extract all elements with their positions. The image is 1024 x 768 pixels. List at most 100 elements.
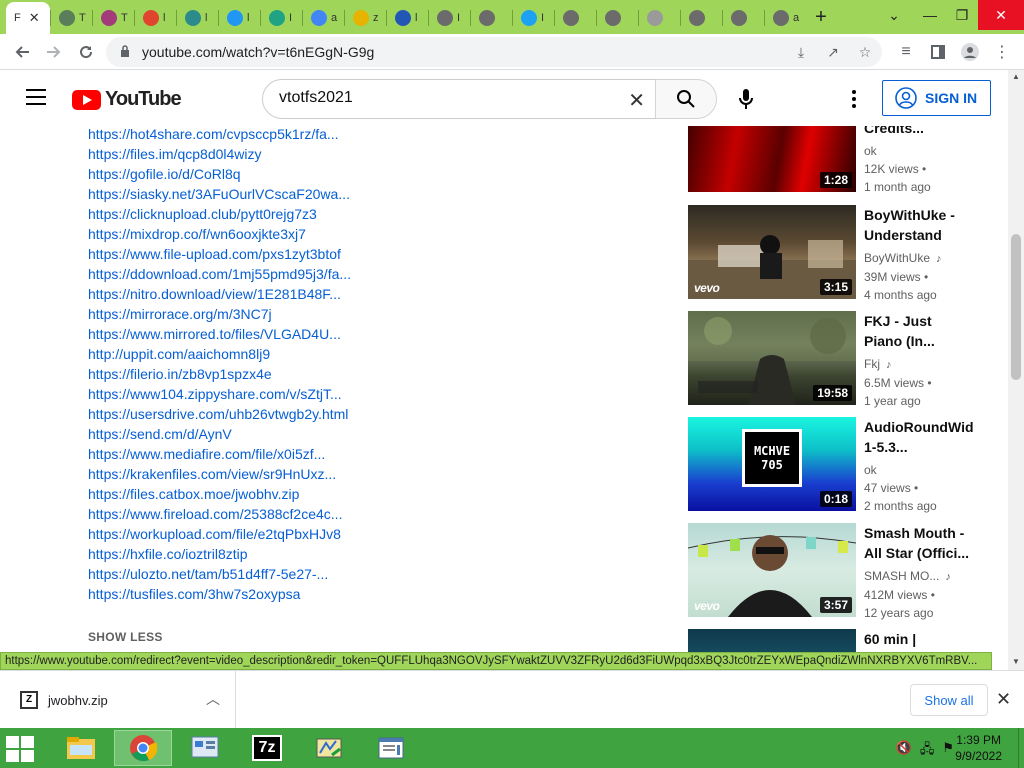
address-bar[interactable]: youtube.com/watch?v=t6nEGgN-G9g ⤓ ↗ ☆: [106, 37, 882, 67]
show-desktop-button[interactable]: [1018, 728, 1024, 768]
voice-search-button[interactable]: [732, 85, 760, 113]
tab[interactable]: l: [177, 4, 219, 32]
related-video[interactable]: 19:58 FKJ - Just Piano (In... Fkj ♪ 6.5M …: [688, 311, 988, 408]
taskbar-notepad[interactable]: [362, 730, 420, 766]
tab[interactable]: [681, 4, 723, 32]
video-title[interactable]: 60 min |: [864, 629, 982, 649]
search-box[interactable]: vtotfs2021 ✕: [262, 79, 656, 119]
page-scrollbar[interactable]: ▲ ▼: [1008, 70, 1024, 670]
video-title[interactable]: BoyWithUke -: [864, 205, 982, 225]
side-panel-icon[interactable]: [926, 40, 950, 64]
tab[interactable]: [639, 4, 681, 32]
youtube-logo[interactable]: YouTube: [72, 88, 182, 111]
description-link[interactable]: https://www.mirrored.to/files/VLGAD4U...: [88, 324, 351, 344]
tab[interactable]: I: [513, 4, 555, 32]
forward-arrow-icon[interactable]: [42, 40, 66, 64]
tab[interactable]: T: [51, 4, 93, 32]
close-shelf-icon[interactable]: ✕: [996, 689, 1011, 710]
description-link[interactable]: https://files.catbox.moe/jwobhv.zip: [88, 484, 351, 504]
description-link[interactable]: https://hot4share.com/cvpsccp5k1rz/fa...: [88, 126, 351, 144]
related-video[interactable]: MCHVE 705 0:18 AudioRoundWid 1-5.3... ok…: [688, 417, 988, 513]
more-options-icon[interactable]: [845, 87, 863, 111]
tab[interactable]: [597, 4, 639, 32]
show-all-downloads-button[interactable]: Show all: [910, 684, 988, 716]
tab[interactable]: l: [135, 4, 177, 32]
video-title-line2[interactable]: 1-5.3...: [864, 437, 982, 457]
minimize-button[interactable]: —: [914, 0, 946, 30]
search-button[interactable]: [655, 79, 717, 119]
tab[interactable]: l: [387, 4, 429, 32]
tab[interactable]: a: [765, 4, 807, 32]
video-title-line2[interactable]: All Star (Offici...: [864, 543, 982, 563]
tab[interactable]: I: [429, 4, 471, 32]
video-title[interactable]: Credits...: [864, 126, 982, 138]
taskbar-app[interactable]: [300, 730, 358, 766]
tab[interactable]: [555, 4, 597, 32]
description-link[interactable]: https://siasky.net/3AFuOurlVCscaF20wa...: [88, 184, 351, 204]
description-link[interactable]: https://mixdrop.co/f/wn6ooxjkte3xj7: [88, 224, 351, 244]
description-link[interactable]: https://gofile.io/d/CoRl8q: [88, 164, 351, 184]
system-clock[interactable]: 1:39 PM 9/9/2022: [955, 732, 1002, 764]
description-link[interactable]: https://files.im/qcp8d0l4wizy: [88, 144, 351, 164]
description-link[interactable]: http://uppit.com/aaichomn8lj9: [88, 344, 351, 364]
chevron-up-icon[interactable]: ︿: [206, 689, 220, 709]
description-link[interactable]: https://clicknupload.club/pytt0rejg7z3: [88, 204, 351, 224]
show-less-button[interactable]: SHOW LESS: [88, 630, 163, 644]
tab-close-icon[interactable]: ✕: [29, 10, 40, 26]
description-link[interactable]: https://usersdrive.com/uhb26vtwgb2y.html: [88, 404, 351, 424]
scrollbar-thumb[interactable]: [1011, 234, 1021, 380]
video-thumbnail[interactable]: vevo 3:57: [688, 523, 856, 617]
tab[interactable]: I: [261, 4, 303, 32]
reload-icon[interactable]: [74, 40, 98, 64]
video-thumbnail[interactable]: 19:58: [688, 311, 856, 405]
video-title[interactable]: FKJ - Just: [864, 311, 982, 331]
scroll-up-arrow-icon[interactable]: ▲: [1012, 72, 1020, 81]
search-input[interactable]: vtotfs2021: [279, 89, 353, 107]
description-link[interactable]: https://mirrorace.org/m/3NC7j: [88, 304, 351, 324]
video-title-line2[interactable]: Piano (In...: [864, 331, 982, 351]
back-arrow-icon[interactable]: [10, 40, 34, 64]
action-center-flag-icon[interactable]: ⚑: [942, 740, 954, 762]
video-title[interactable]: Smash Mouth -: [864, 523, 982, 543]
share-icon[interactable]: ↗: [822, 41, 844, 63]
maximize-button[interactable]: ❐: [946, 0, 978, 30]
scroll-down-arrow-icon[interactable]: ▼: [1012, 657, 1020, 666]
clear-search-icon[interactable]: ✕: [628, 88, 645, 113]
sign-in-button[interactable]: SIGN IN: [882, 80, 991, 116]
description-link[interactable]: https://send.cm/d/AynV: [88, 424, 351, 444]
description-link[interactable]: https://www.mediafire.com/file/x0i5zf...: [88, 444, 351, 464]
tab[interactable]: l: [219, 4, 261, 32]
video-thumbnail[interactable]: [688, 629, 856, 652]
volume-muted-icon[interactable]: 🔇: [896, 740, 912, 762]
menu-icon[interactable]: [26, 89, 46, 105]
taskbar-chrome[interactable]: [114, 730, 172, 766]
tab[interactable]: T: [93, 4, 135, 32]
description-link[interactable]: https://tusfiles.com/3hw7s2oxypsa: [88, 584, 351, 604]
bookmark-star-icon[interactable]: ☆: [854, 41, 876, 63]
tab[interactable]: a: [303, 4, 345, 32]
profile-avatar-icon[interactable]: [958, 40, 982, 64]
media-controls-icon[interactable]: ≡: [894, 40, 918, 64]
taskbar-file-explorer[interactable]: [52, 730, 110, 766]
close-window-button[interactable]: ✕: [978, 0, 1024, 30]
description-link[interactable]: https://nitro.download/view/1E281B48F...: [88, 284, 351, 304]
video-thumbnail[interactable]: MCHVE 705 0:18: [688, 417, 856, 511]
tab[interactable]: [471, 4, 513, 32]
tab-search-icon[interactable]: ⌄: [874, 0, 914, 30]
network-icon[interactable]: 🖧: [920, 740, 935, 762]
channel-name[interactable]: ok: [864, 461, 982, 479]
description-link[interactable]: https://hxfile.co/ioztril8ztip: [88, 544, 351, 564]
tab[interactable]: z: [345, 4, 387, 32]
channel-name[interactable]: SMASH MO... ♪: [864, 567, 982, 586]
channel-name[interactable]: ok: [864, 142, 982, 160]
related-video[interactable]: 60 min |: [688, 629, 988, 652]
taskbar-control-panel[interactable]: [176, 730, 234, 766]
channel-name[interactable]: BoyWithUke ♪: [864, 249, 982, 268]
download-item[interactable]: Z jwobhv.zip ︿: [0, 671, 236, 729]
video-thumbnail[interactable]: 1:28: [688, 126, 856, 192]
taskbar-7zip[interactable]: 7z: [238, 730, 296, 766]
tab-active[interactable]: F ✕: [6, 2, 50, 34]
description-link[interactable]: https://ulozto.net/tam/b51d4ff7-5e27-...: [88, 564, 351, 584]
related-video[interactable]: vevo 3:57 Smash Mouth - All Star (Offici…: [688, 523, 988, 620]
video-thumbnail[interactable]: vevo 3:15: [688, 205, 856, 299]
